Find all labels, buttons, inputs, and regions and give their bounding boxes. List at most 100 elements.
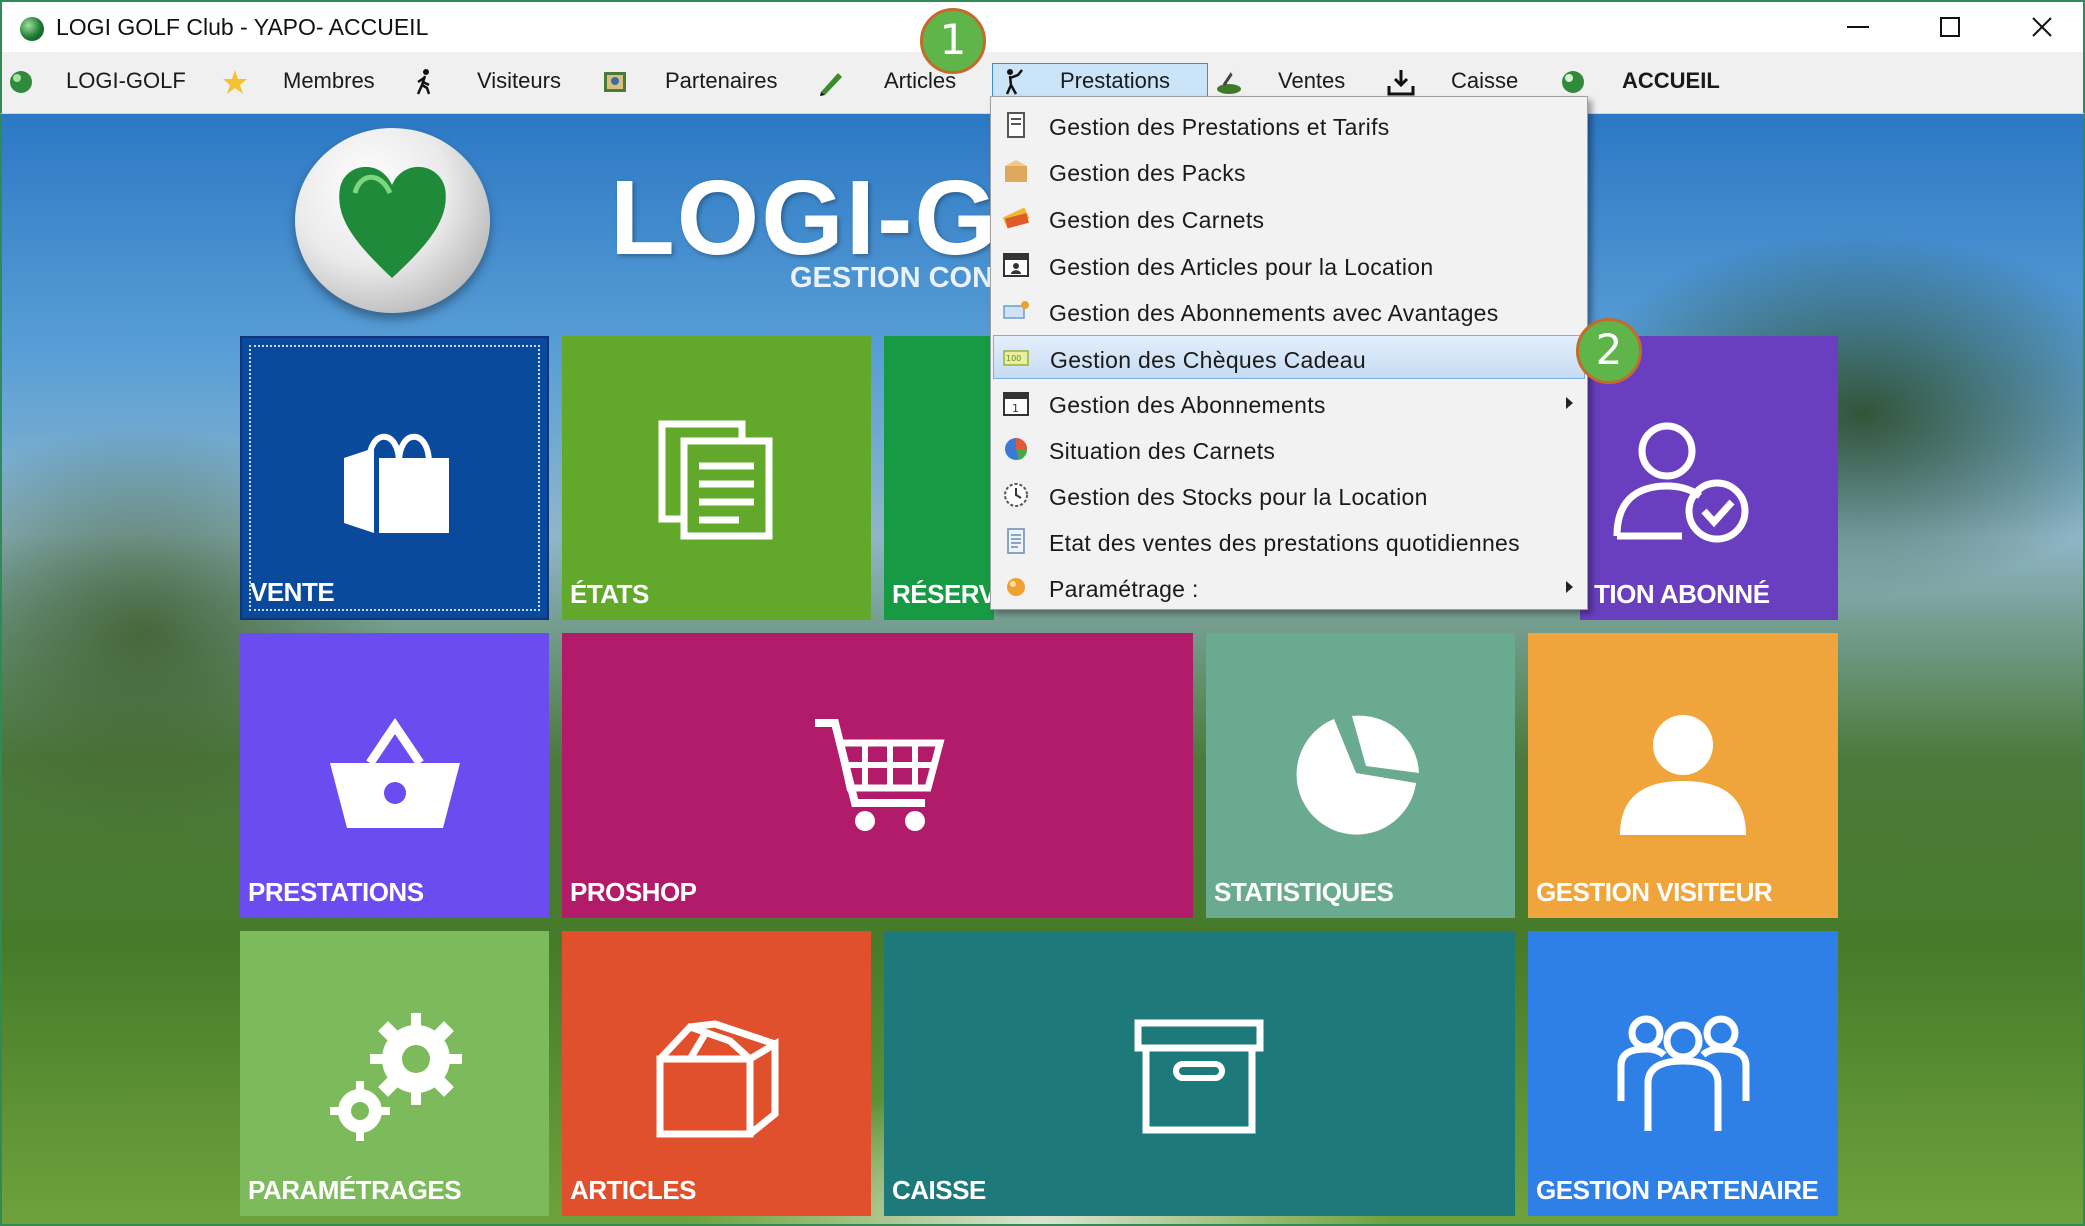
tile-label: PARAMÉTRAGES <box>248 1175 462 1205</box>
menu-item-articles-location[interactable]: Gestion des Articles pour la Location <box>993 243 1585 287</box>
partners-icon <box>600 67 630 97</box>
window-title: LOGI GOLF Club - YAPO- ACCUEIL <box>56 14 429 40</box>
clock-icon <box>1001 481 1031 509</box>
callout-step-2: 2 <box>1576 318 1642 384</box>
menu-partenaires[interactable]: Partenaires <box>665 68 778 94</box>
pen-icon <box>816 67 846 97</box>
title-bar: LOGI GOLF Club - YAPO- ACCUEIL <box>0 0 2085 52</box>
ventes-icon <box>1214 67 1244 97</box>
tile-gestion-visiteur[interactable]: GESTION VISITEUR <box>1528 633 1838 918</box>
menu-accueil[interactable]: ACCUEIL <box>1622 68 1720 94</box>
document-icon <box>1001 111 1031 139</box>
submenu-arrow-icon <box>1566 397 1573 409</box>
cheque-icon: 100 <box>1002 344 1032 372</box>
tile-label: GESTION VISITEUR <box>1536 877 1773 907</box>
menu-visiteurs[interactable]: Visiteurs <box>477 68 561 94</box>
pie-chart-icon <box>1001 435 1031 463</box>
tile-label: CAISSE <box>892 1175 986 1205</box>
svg-text:100: 100 <box>1006 354 1021 363</box>
report-icon <box>1001 527 1031 555</box>
tile-statistiques[interactable]: STATISTIQUES <box>1206 633 1515 918</box>
menu-item-label: Gestion des Abonnements avec Avantages <box>1049 300 1499 326</box>
open-box-icon <box>650 1019 785 1139</box>
menu-caisse[interactable]: Caisse <box>1451 68 1518 94</box>
tickets-icon <box>1001 204 1031 232</box>
tile-etats[interactable]: ÉTATS <box>562 336 871 620</box>
tile-parametrages[interactable]: PARAMÉTRAGES <box>240 931 549 1216</box>
maximize-icon <box>1940 17 1960 37</box>
tile-label: VENTE <box>250 577 335 607</box>
tile-label: ARTICLES <box>570 1175 697 1205</box>
gears-icon <box>328 1011 468 1141</box>
tile-articles[interactable]: ARTICLES <box>562 931 871 1216</box>
tile-gestion-partenaire[interactable]: GESTION PARTENAIRE <box>1528 931 1838 1216</box>
star-icon <box>220 67 250 97</box>
close-icon <box>2032 17 2052 37</box>
menu-item-label: Gestion des Chèques Cadeau <box>1050 347 1366 373</box>
golf-ball-heart-logo <box>295 128 490 313</box>
menu-item-abonnements[interactable]: 1 Gestion des Abonnements <box>993 381 1585 425</box>
menu-item-label: Etat des ventes des prestations quotidie… <box>1049 530 1520 556</box>
walking-person-icon <box>410 67 440 97</box>
tile-label: GESTION PARTENAIRE <box>1536 1175 1819 1205</box>
tile-label: ÉTATS <box>570 579 649 609</box>
tile-label: TION ABONNÉ <box>1594 579 1770 609</box>
cart-icon <box>810 713 945 838</box>
menu-item-situation-carnets[interactable]: Situation des Carnets <box>993 427 1585 471</box>
menu-item-parametrage[interactable]: Paramétrage : <box>993 565 1585 609</box>
pie-chart-icon <box>1294 711 1429 836</box>
menu-item-label: Situation des Carnets <box>1049 438 1276 464</box>
menu-item-label: Gestion des Abonnements <box>1049 392 1326 418</box>
menu-item-label: Gestion des Prestations et Tarifs <box>1049 114 1390 140</box>
tile-label: PROSHOP <box>570 877 697 907</box>
shopping-bag-icon <box>334 423 459 538</box>
tile-vente[interactable]: VENTE <box>240 336 549 620</box>
menu-item-label: Paramétrage : <box>1049 576 1199 602</box>
svg-text:1: 1 <box>1012 402 1019 415</box>
menu-item-cheques-cadeau[interactable]: 100 Gestion des Chèques Cadeau <box>993 335 1585 379</box>
user-icon <box>1618 713 1748 838</box>
card-icon <box>1001 297 1031 325</box>
user-check-icon <box>1612 416 1752 546</box>
documents-icon <box>654 416 779 541</box>
callout-step-1: 1 <box>920 8 986 74</box>
group-icon <box>1616 1011 1751 1136</box>
calendar-icon: 1 <box>1001 389 1031 417</box>
tile-reservation[interactable]: RÉSERVA <box>884 336 1012 620</box>
box-icon <box>1001 157 1031 185</box>
menu-item-abonnements-avantages[interactable]: Gestion des Abonnements avec Avantages <box>993 289 1585 333</box>
menu-item-label: Gestion des Carnets <box>1049 207 1265 233</box>
menu-prestations[interactable]: Prestations <box>1060 68 1170 94</box>
menu-item-prestations-tarifs[interactable]: Gestion des Prestations et Tarifs <box>993 103 1585 147</box>
menu-item-label: Gestion des Articles pour la Location <box>1049 254 1434 280</box>
logo-subtitle: GESTION CON <box>790 262 994 294</box>
close-button[interactable] <box>1996 2 2085 52</box>
golf-ball-icon <box>6 67 36 97</box>
download-icon <box>1386 67 1416 97</box>
menu-item-packs[interactable]: Gestion des Packs <box>993 149 1585 193</box>
menu-item-stocks-location[interactable]: Gestion des Stocks pour la Location <box>993 473 1585 517</box>
minimize-button[interactable] <box>1812 2 1904 52</box>
menu-item-carnets[interactable]: Gestion des Carnets <box>993 196 1585 240</box>
menu-ventes[interactable]: Ventes <box>1278 68 1345 94</box>
home-ball-icon <box>1558 67 1588 97</box>
basket-icon <box>325 717 465 833</box>
tile-label: STATISTIQUES <box>1214 877 1394 907</box>
tile-caisse[interactable]: CAISSE <box>884 931 1515 1216</box>
menu-item-label: Gestion des Stocks pour la Location <box>1049 484 1428 510</box>
tile-prestations[interactable]: PRESTATIONS <box>240 633 549 918</box>
calendar-person-icon <box>1001 251 1031 279</box>
menu-item-etat-ventes[interactable]: Etat des ventes des prestations quotidie… <box>993 519 1585 563</box>
minimize-icon <box>1847 26 1869 28</box>
settings-orb-icon <box>1001 573 1031 601</box>
golfer-icon <box>998 67 1028 97</box>
menu-item-label: Gestion des Packs <box>1049 160 1246 186</box>
archive-box-icon <box>1134 1019 1264 1134</box>
menu-logi-golf[interactable]: LOGI-GOLF <box>66 68 186 94</box>
prestations-dropdown-menu: Gestion des Prestations et Tarifs Gestio… <box>990 96 1588 610</box>
tile-proshop[interactable]: PROSHOP <box>562 633 1193 918</box>
submenu-arrow-icon <box>1566 581 1573 593</box>
maximize-button[interactable] <box>1904 2 1996 52</box>
app-logo-icon <box>20 17 44 41</box>
menu-membres[interactable]: Membres <box>283 68 375 94</box>
